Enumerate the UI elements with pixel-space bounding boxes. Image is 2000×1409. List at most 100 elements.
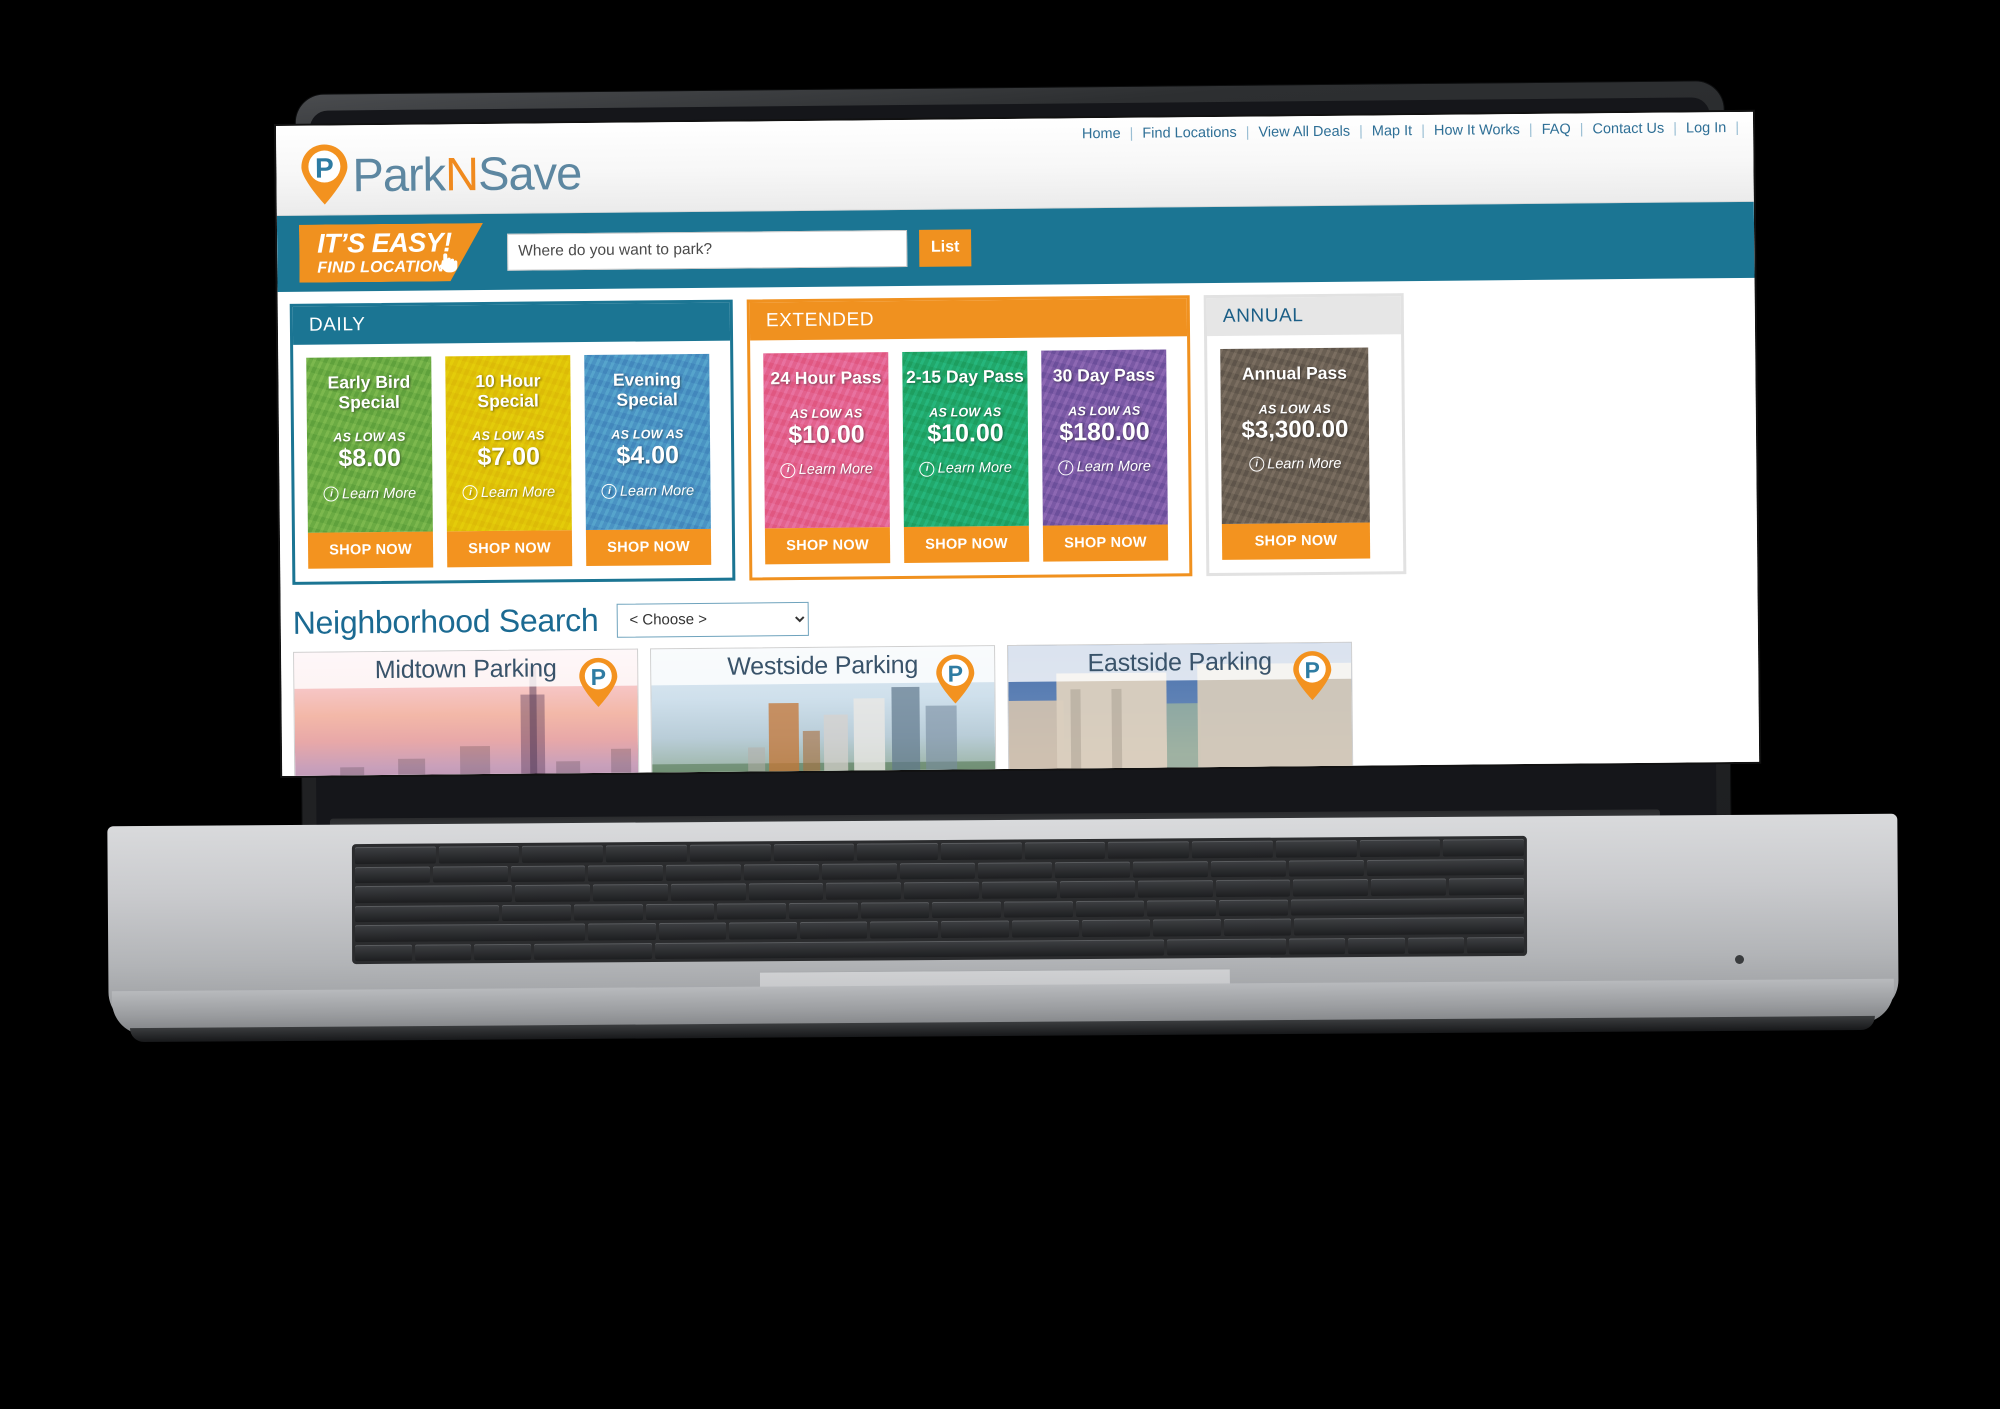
deal-panels: DAILY Early Bird Special AS LOW AS $8.00… — [278, 278, 1758, 593]
deal-name: 24 Hour Pass — [770, 367, 882, 389]
neighborhood-search-title: Neighborhood Search — [292, 601, 599, 641]
learn-more-link[interactable]: i Learn More — [601, 482, 695, 500]
logo-text-save: Save — [477, 145, 582, 200]
site-logo[interactable]: P ParkNSave — [298, 139, 581, 208]
deal-card-24-hour-pass[interactable]: 24 Hour Pass AS LOW AS $10.00 i Learn Mo… — [763, 352, 891, 565]
info-icon: i — [323, 486, 340, 502]
deal-price: $4.00 — [616, 441, 680, 470]
deal-as-low-as: AS LOW AS — [790, 405, 863, 421]
neighborhood-card-midtown[interactable]: Midtown Parking P — [293, 648, 640, 776]
learn-more-label: Learn More — [480, 484, 556, 501]
panel-extended: EXTENDED 24 Hour Pass AS LOW AS $10.00 i… — [746, 295, 1193, 581]
list-button[interactable]: List — [919, 228, 972, 267]
shop-now-button[interactable]: SHOP NOW — [1042, 524, 1169, 562]
info-icon: i — [601, 483, 618, 500]
deal-name: 2-15 Day Pass — [905, 365, 1024, 387]
info-icon: i — [1249, 457, 1265, 473]
panel-annual-body: Annual Pass AS LOW AS $3,300.00 i Learn … — [1207, 334, 1403, 573]
deal-card-10-hour-special[interactable]: 10 Hour Special AS LOW AS $7.00 i Learn … — [445, 355, 573, 568]
top-navigation: Home | Find Locations | View All Deals |… — [1073, 120, 1739, 142]
nav-item-how-it-works[interactable]: How It Works — [1425, 122, 1529, 139]
logo-text-park: Park — [352, 146, 446, 201]
shop-now-button[interactable]: SHOP NOW — [585, 528, 712, 567]
logo-text-n: N — [444, 146, 479, 200]
neighborhood-select[interactable]: < Choose > — [616, 601, 809, 638]
deal-as-low-as: AS LOW AS — [333, 429, 406, 445]
map-pin-icon: P — [934, 652, 977, 706]
nav-item-faq[interactable]: FAQ — [1533, 121, 1580, 138]
deal-name: Evening Special — [612, 369, 682, 410]
svg-text:P: P — [1304, 657, 1320, 683]
shop-now-button[interactable]: SHOP NOW — [1221, 522, 1371, 560]
search-input[interactable] — [507, 229, 908, 271]
shop-now-button[interactable]: SHOP NOW — [903, 525, 1030, 563]
learn-more-link[interactable]: i Learn More — [462, 484, 556, 501]
panel-daily: DAILY Early Bird Special AS LOW AS $8.00… — [289, 299, 736, 585]
deal-as-low-as: AS LOW AS — [1258, 401, 1331, 417]
neighborhood-card-eastside[interactable]: Eastside Parking P — [1007, 641, 1354, 776]
neighborhood-cards: Midtown Parking P Westside Parking P Eas… — [281, 638, 1759, 776]
pointing-hand-icon — [435, 248, 461, 277]
its-easy-tag: IT’S EASY! FIND LOCATIONS — [299, 223, 484, 283]
shop-now-button[interactable]: SHOP NOW — [764, 527, 891, 565]
svg-text:P: P — [315, 152, 334, 183]
svg-text:P: P — [591, 664, 607, 690]
deal-name: 10 Hour Special — [475, 370, 541, 411]
deal-price: $10.00 — [788, 419, 865, 449]
nav-item-log-in[interactable]: Log In — [1677, 120, 1735, 137]
info-icon: i — [780, 462, 796, 478]
search-band: IT’S EASY! FIND LOCATIONS List — [276, 201, 1755, 292]
info-icon: i — [919, 461, 935, 477]
deal-price: $180.00 — [1059, 417, 1150, 447]
deal-name: Early Bird Special — [327, 371, 411, 413]
learn-more-link[interactable]: i Learn More — [919, 460, 1012, 477]
laptop-screen: P ParkNSave Home | Find Locations | View… — [276, 111, 1760, 776]
nav-item-map-it[interactable]: Map It — [1363, 123, 1421, 140]
shop-now-button[interactable]: SHOP NOW — [446, 530, 573, 568]
deal-name: Annual Pass — [1241, 362, 1348, 384]
map-pin-icon: P — [1291, 649, 1334, 703]
shop-now-button[interactable]: SHOP NOW — [307, 531, 434, 569]
deal-card-2-15-day-pass[interactable]: 2-15 Day Pass AS LOW AS $10.00 i Learn M… — [902, 350, 1030, 563]
nav-item-find-locations[interactable]: Find Locations — [1133, 125, 1245, 142]
logo-wordmark: ParkNSave — [352, 145, 582, 201]
panel-extended-body: 24 Hour Pass AS LOW AS $10.00 i Learn Mo… — [750, 336, 1189, 577]
site-header: P ParkNSave Home | Find Locations | View… — [276, 111, 1754, 216]
deal-price: $7.00 — [477, 442, 541, 472]
deal-card-30-day-pass[interactable]: 30 Day Pass AS LOW AS $180.00 i Learn Mo… — [1041, 349, 1169, 562]
learn-more-link[interactable]: i Learn More — [1249, 456, 1341, 473]
deal-as-low-as: AS LOW AS — [472, 428, 545, 444]
deal-price: $8.00 — [338, 444, 402, 473]
info-icon: i — [462, 485, 479, 501]
nav-item-contact-us[interactable]: Contact Us — [1583, 121, 1673, 138]
nav-item-home[interactable]: Home — [1073, 126, 1130, 143]
deal-card-early-bird-special[interactable]: Early Bird Special AS LOW AS $8.00 i Lea… — [306, 356, 434, 569]
deal-card-evening-special[interactable]: Evening Special AS LOW AS $4.00 i Learn … — [584, 353, 712, 567]
nav-item-view-all-deals[interactable]: View All Deals — [1249, 124, 1359, 141]
deal-card-annual-pass[interactable]: Annual Pass AS LOW AS $3,300.00 i Learn … — [1220, 347, 1371, 560]
webpage: P ParkNSave Home | Find Locations | View… — [276, 111, 1760, 776]
learn-more-link[interactable]: i Learn More — [780, 461, 873, 478]
map-pin-logo-icon: P — [298, 141, 351, 207]
learn-more-label: Learn More — [937, 460, 1012, 477]
panel-annual-title: ANNUAL — [1206, 296, 1402, 337]
panel-daily-title: DAILY — [292, 302, 731, 345]
deal-as-low-as: AS LOW AS — [1068, 403, 1141, 419]
learn-more-label: Learn More — [341, 485, 417, 503]
deal-name: 30 Day Pass — [1052, 364, 1156, 386]
learn-more-label: Learn More — [619, 482, 695, 500]
panel-daily-body: Early Bird Special AS LOW AS $8.00 i Lea… — [293, 341, 732, 582]
info-icon: i — [1058, 459, 1074, 476]
panel-annual: ANNUAL Annual Pass AS LOW AS $3,300.00 i… — [1203, 293, 1407, 577]
panel-extended-title: EXTENDED — [749, 298, 1188, 341]
learn-more-label: Learn More — [1076, 458, 1151, 476]
map-pin-icon: P — [577, 656, 620, 710]
learn-more-link[interactable]: i Learn More — [1058, 458, 1151, 476]
learn-more-link[interactable]: i Learn More — [323, 485, 417, 503]
deal-price: $3,300.00 — [1241, 415, 1349, 444]
laptop-keyboard — [351, 835, 1528, 965]
learn-more-label: Learn More — [1267, 455, 1342, 473]
neighborhood-card-westside[interactable]: Westside Parking P — [650, 645, 997, 776]
deal-as-low-as: AS LOW AS — [611, 427, 684, 442]
svg-text:P: P — [947, 660, 963, 686]
